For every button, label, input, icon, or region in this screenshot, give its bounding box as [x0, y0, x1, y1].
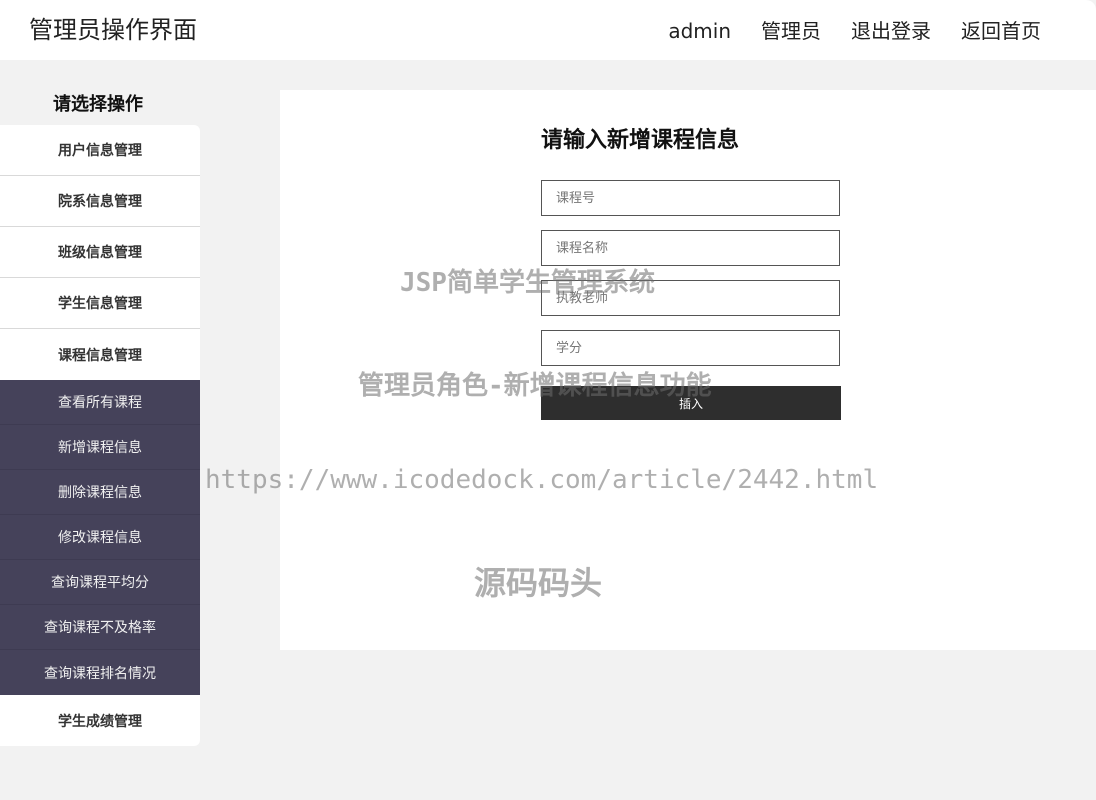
submenu-add-course[interactable]: 新增课程信息	[0, 425, 200, 470]
submenu-course-average[interactable]: 查询课程平均分	[0, 560, 200, 605]
sidebar: 用户信息管理 院系信息管理 班级信息管理 学生信息管理 课程信息管理 查看所有课…	[0, 125, 200, 746]
main-content: 请输入新增课程信息 插入	[280, 90, 1096, 650]
sidebar-item-user-management[interactable]: 用户信息管理	[0, 125, 200, 176]
credit-input[interactable]	[541, 330, 840, 366]
nav-home-link[interactable]: 返回首页	[961, 17, 1041, 45]
submenu-edit-course[interactable]: 修改课程信息	[0, 515, 200, 560]
nav-logout-link[interactable]: 退出登录	[851, 17, 931, 45]
submenu-view-all-courses[interactable]: 查看所有课程	[0, 380, 200, 425]
top-nav: admin 管理员 退出登录 返回首页	[668, 17, 1041, 45]
top-bar: 管理员操作界面 admin 管理员 退出登录 返回首页	[0, 0, 1096, 60]
insert-button[interactable]: 插入	[541, 386, 841, 420]
app-title: 管理员操作界面	[29, 16, 197, 44]
form-title: 请输入新增课程信息	[541, 128, 740, 153]
sidebar-item-grade-management[interactable]: 学生成绩管理	[0, 695, 200, 746]
sidebar-heading: 请选择操作	[53, 94, 143, 115]
submenu-course-fail-rate[interactable]: 查询课程不及格率	[0, 605, 200, 650]
submenu-delete-course[interactable]: 删除课程信息	[0, 470, 200, 515]
nav-role-link[interactable]: 管理员	[761, 17, 821, 45]
course-submenu: 查看所有课程 新增课程信息 删除课程信息 修改课程信息 查询课程平均分 查询课程…	[0, 380, 200, 695]
sidebar-item-student-management[interactable]: 学生信息管理	[0, 278, 200, 329]
submenu-course-ranking[interactable]: 查询课程排名情况	[0, 650, 200, 695]
nav-username-link[interactable]: admin	[668, 17, 731, 45]
teacher-input[interactable]	[541, 280, 840, 316]
sidebar-item-class-management[interactable]: 班级信息管理	[0, 227, 200, 278]
course-id-input[interactable]	[541, 180, 840, 216]
sidebar-item-course-management[interactable]: 课程信息管理	[0, 329, 200, 380]
course-name-input[interactable]	[541, 230, 840, 266]
sidebar-item-department-management[interactable]: 院系信息管理	[0, 176, 200, 227]
